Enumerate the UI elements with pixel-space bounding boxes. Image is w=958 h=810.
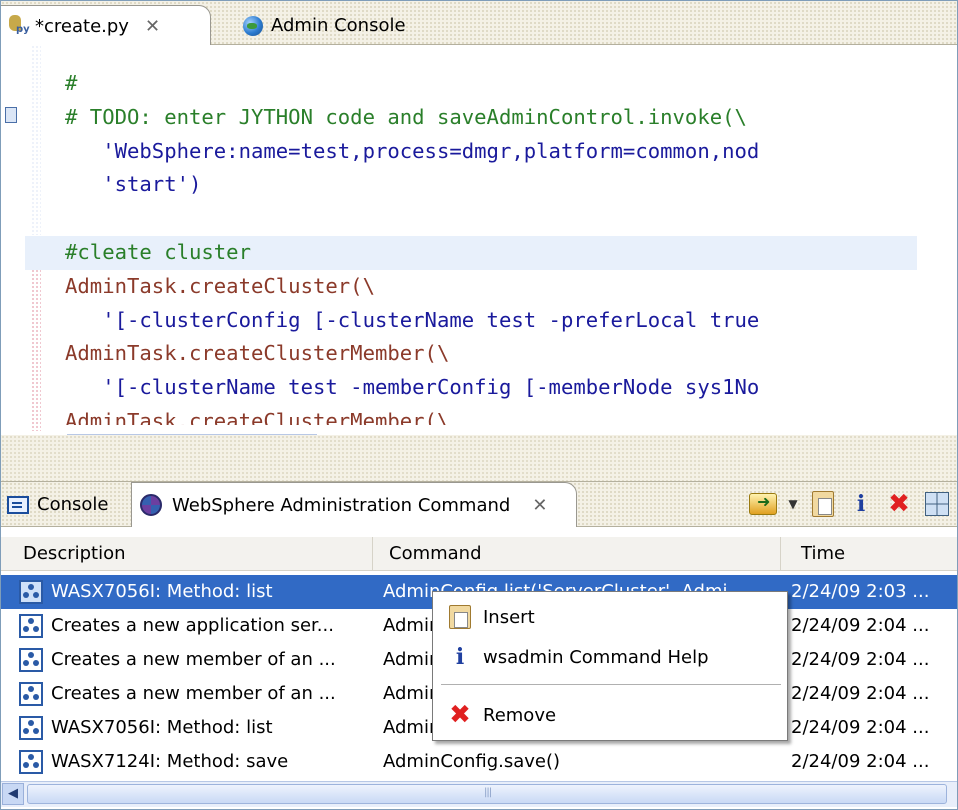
cell-description: Creates a new member of an ... — [51, 649, 336, 670]
console-icon — [7, 495, 29, 514]
command-icon — [19, 648, 43, 672]
code-line: AdminTask.createClusterMember(\ — [65, 408, 450, 425]
view-toolbar: ▼ i ✖ — [749, 489, 951, 519]
scroll-left-icon[interactable]: ◀ — [2, 783, 24, 805]
tab-label: WebSphere Administration Command — [172, 494, 511, 516]
code-line: 'start') — [65, 172, 202, 197]
table-icon — [925, 492, 949, 516]
cell-time: 2/24/09 2:04 ... — [791, 751, 930, 772]
command-icon — [19, 580, 43, 604]
command-icon — [19, 716, 43, 740]
code-text[interactable]: # # TODO: enter JYTHON code and saveAdmin… — [25, 67, 917, 425]
cell-time: 2/24/09 2:04 ... — [791, 683, 930, 704]
code-line: AdminTask.createClusterMember(\ — [65, 341, 450, 366]
info-icon[interactable]: i — [847, 490, 875, 518]
close-icon[interactable]: ✕ — [532, 495, 547, 516]
cell-description: Creates a new application ser... — [51, 615, 334, 636]
view-tab-bar: Console WebSphere Administration Command… — [1, 481, 957, 527]
tab-console[interactable]: Console — [7, 482, 108, 527]
cell-time: 2/24/09 2:04 ... — [791, 649, 930, 670]
cell-command: AdminConfig.save() — [383, 751, 561, 772]
menu-item-wsadmin-help[interactable]: i wsadmin Command Help — [433, 638, 787, 676]
cell-description: WASX7124I: Method: save — [51, 751, 289, 772]
editor-ruler — [1, 45, 25, 435]
tab-websphere-admin-command[interactable]: WebSphere Administration Command ✕ — [131, 482, 577, 527]
close-icon[interactable]: ✕ — [145, 16, 160, 37]
websphere-icon — [140, 494, 162, 516]
paste-icon — [812, 491, 834, 517]
info-icon: i — [455, 644, 465, 670]
code-line: # — [65, 71, 78, 95]
tab-admin-console[interactable]: Admin Console — [237, 5, 467, 46]
cell-description: WASX7056I: Method: list — [51, 717, 273, 738]
line-gutter — [31, 45, 41, 235]
cell-time: 2/24/09 2:04 ... — [791, 717, 930, 738]
globe-icon — [243, 15, 263, 36]
paste-icon — [447, 604, 473, 630]
code-line: '[-clusterConfig [-clusterName test -pre… — [65, 307, 760, 332]
command-icon — [19, 682, 43, 706]
menu-item-label: wsadmin Command Help — [483, 646, 709, 668]
tab-label: Admin Console — [271, 15, 406, 36]
view-splitter[interactable] — [1, 435, 957, 481]
run-button[interactable] — [749, 490, 777, 518]
code-line: AdminTask.createCluster(\ — [65, 273, 375, 298]
menu-item-label: Remove — [483, 704, 557, 726]
table-header: Description Command Time — [1, 537, 957, 571]
command-icon — [19, 750, 43, 774]
table-horizontal-scrollbar[interactable]: ◀ — [1, 781, 957, 807]
remove-icon: ✖ — [449, 700, 471, 730]
task-marker-icon[interactable] — [5, 107, 17, 123]
table-button[interactable] — [923, 490, 951, 518]
code-line: # TODO: enter JYTHON code and saveAdminC… — [65, 104, 747, 129]
column-header-command[interactable]: Command — [373, 537, 781, 571]
python-file-icon: py — [7, 14, 35, 38]
dropdown-icon[interactable]: ▼ — [787, 490, 799, 518]
cell-time: 2/24/09 2:03 ... — [791, 581, 930, 602]
code-line: '[-clusterName test -memberConfig [-memb… — [65, 375, 760, 400]
menu-separator — [441, 684, 781, 685]
paste-button[interactable] — [809, 490, 837, 518]
column-header-time[interactable]: Time — [781, 537, 957, 571]
command-icon — [19, 614, 43, 638]
table-row[interactable]: WASX7124I: Method: save AdminConfig.save… — [1, 745, 957, 779]
run-icon — [749, 492, 777, 515]
editor-tab-bar: py *create.py ✕ Admin Console — [1, 1, 957, 46]
remove-icon[interactable]: ✖ — [885, 489, 913, 519]
menu-item-remove[interactable]: ✖ Remove — [433, 696, 787, 734]
menu-item-insert[interactable]: Insert — [433, 598, 787, 636]
cell-description: WASX7056I: Method: list — [51, 581, 273, 602]
code-editor[interactable]: # # TODO: enter JYTHON code and saveAdmin… — [1, 45, 957, 435]
tab-create-py[interactable]: py *create.py ✕ — [1, 5, 211, 46]
code-line: 'WebSphere:name=test,process=dmgr,platfo… — [65, 138, 760, 163]
menu-item-label: Insert — [483, 606, 535, 628]
scrollbar-thumb[interactable] — [27, 784, 947, 804]
code-line-current: #cleate cluster — [25, 235, 917, 270]
tab-label: Console — [37, 494, 109, 515]
tab-label: *create.py — [35, 15, 129, 37]
cell-time: 2/24/09 2:04 ... — [791, 615, 930, 636]
column-header-description[interactable]: Description — [13, 537, 373, 571]
context-menu: Insert i wsadmin Command Help ✖ Remove — [432, 591, 788, 741]
cell-description: Creates a new member of an ... — [51, 683, 336, 704]
